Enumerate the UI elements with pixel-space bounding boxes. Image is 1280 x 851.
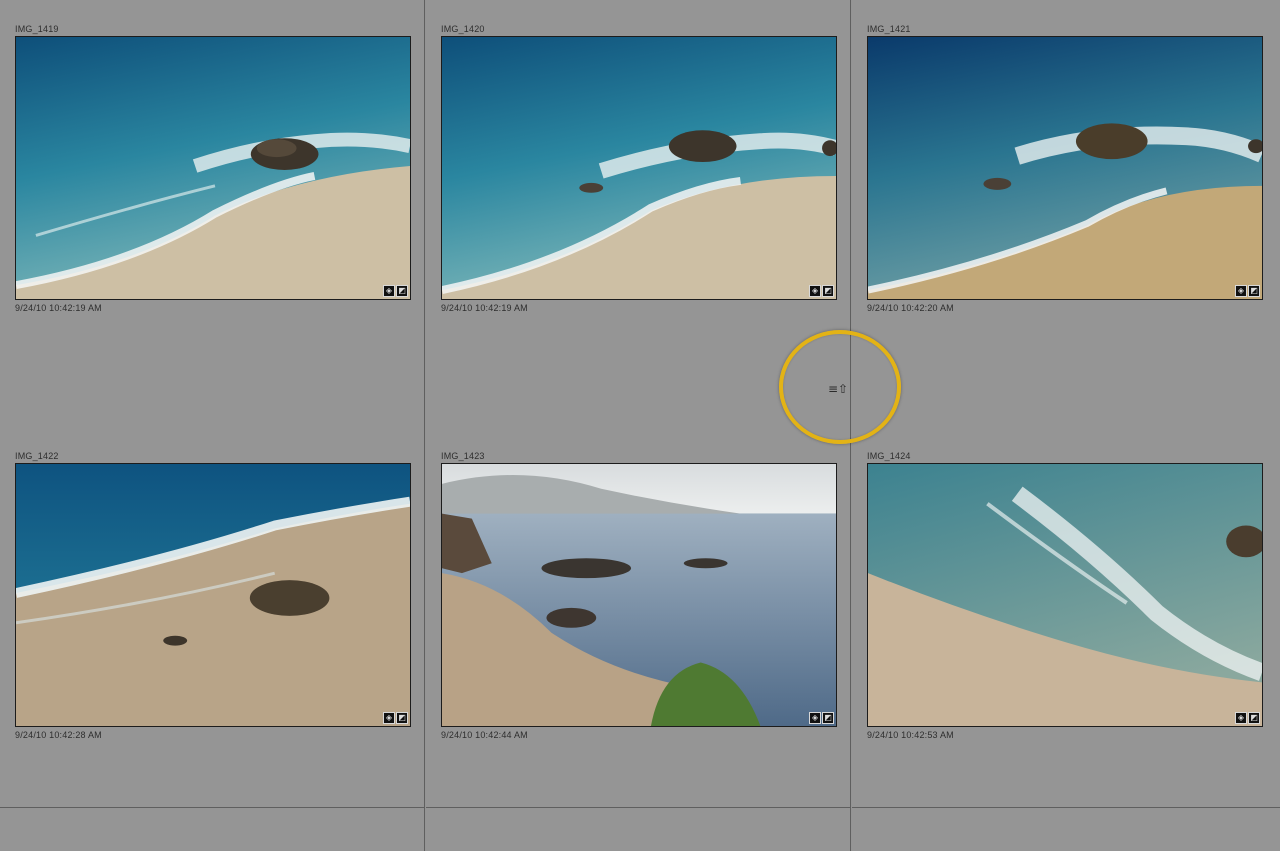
metadata-badge-icon[interactable]: ◈ <box>809 712 821 724</box>
grid-cell[interactable]: IMG_1421 ◈ ◩ 9/24/10 10:42:20 AM <box>852 0 1280 427</box>
thumbnail-grid: IMG_1419 ◈ ◩ 9/24/10 10:42:19 AM IMG_142… <box>0 0 1280 851</box>
photo-thumbnail[interactable]: ◈ ◩ <box>867 36 1263 300</box>
photo-thumbnail[interactable]: ◈ ◩ <box>441 463 837 727</box>
capture-date: 9/24/10 10:42:28 AM <box>15 730 102 740</box>
metadata-badge-icon[interactable]: ◈ <box>383 285 395 297</box>
capture-date: 9/24/10 10:42:19 AM <box>15 303 102 313</box>
grid-cell[interactable]: IMG_1422 ◈ ◩ 9/24/10 10:42:28 AM <box>0 381 425 808</box>
develop-adjusted-icon[interactable]: ◩ <box>396 285 408 297</box>
grid-cell[interactable]: IMG_1419 ◈ ◩ 9/24/10 10:42:19 AM <box>0 0 425 427</box>
filename-label: IMG_1420 <box>441 24 485 34</box>
grid-cell[interactable] <box>852 808 1280 851</box>
develop-adjusted-icon[interactable]: ◩ <box>822 285 834 297</box>
capture-date: 9/24/10 10:42:53 AM <box>867 730 954 740</box>
filename-label: IMG_1423 <box>441 451 485 461</box>
photo-thumbnail[interactable]: ◈ ◩ <box>867 463 1263 727</box>
filename-label: IMG_1424 <box>867 451 911 461</box>
metadata-badge-icon[interactable]: ◈ <box>809 285 821 297</box>
metadata-badge-icon[interactable]: ◈ <box>1235 712 1247 724</box>
photo-thumbnail[interactable]: ◈ ◩ <box>15 463 411 727</box>
grid-cell[interactable] <box>0 808 425 851</box>
grid-cell[interactable]: IMG_1424 ◈ ◩ 9/24/10 10:42:53 AM <box>852 381 1280 808</box>
grid-cell[interactable]: IMG_1423 ◈ ◩ 9/24/10 10:42:44 AM <box>426 381 851 808</box>
develop-adjusted-icon[interactable]: ◩ <box>1248 285 1260 297</box>
photo-thumbnail[interactable]: ◈ ◩ <box>441 36 837 300</box>
grid-cell[interactable] <box>426 808 851 851</box>
metadata-badge-icon[interactable]: ◈ <box>383 712 395 724</box>
develop-adjusted-icon[interactable]: ◩ <box>396 712 408 724</box>
filename-label: IMG_1421 <box>867 24 911 34</box>
capture-date: 9/24/10 10:42:44 AM <box>441 730 528 740</box>
capture-date: 9/24/10 10:42:19 AM <box>441 303 528 313</box>
develop-adjusted-icon[interactable]: ◩ <box>1248 712 1260 724</box>
photo-thumbnail[interactable]: ◈ ◩ <box>15 36 411 300</box>
capture-date: 9/24/10 10:42:20 AM <box>867 303 954 313</box>
develop-adjusted-icon[interactable]: ◩ <box>822 712 834 724</box>
sort-direction-icon[interactable]: ≡⇧ <box>828 381 852 397</box>
metadata-badge-icon[interactable]: ◈ <box>1235 285 1247 297</box>
filename-label: IMG_1419 <box>15 24 59 34</box>
filename-label: IMG_1422 <box>15 451 59 461</box>
